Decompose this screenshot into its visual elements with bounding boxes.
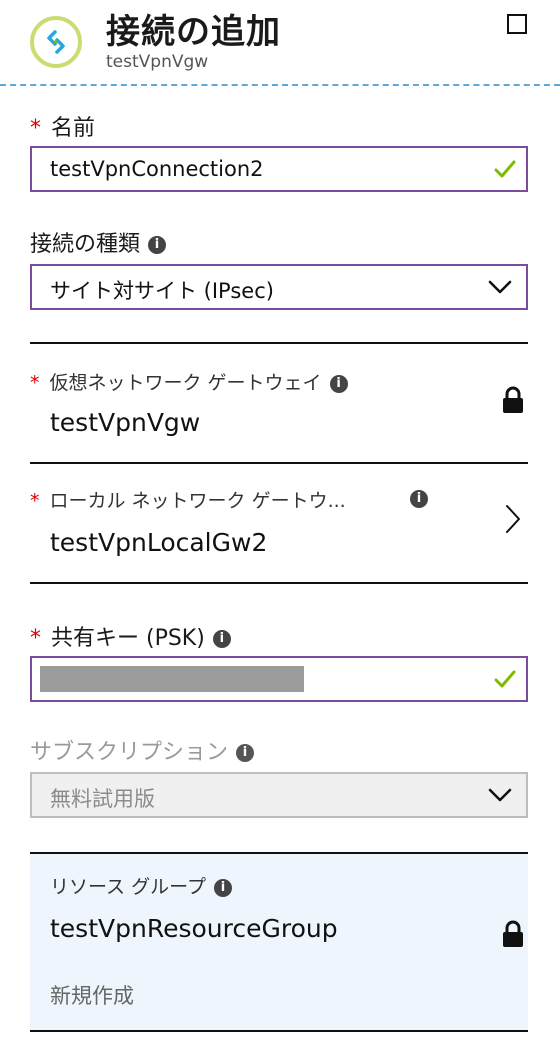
subscription-select[interactable]: 無料試用版 xyxy=(30,772,528,818)
chevron-down-icon xyxy=(488,788,512,802)
subscription-label: サブスクリプション i xyxy=(30,734,255,766)
section-divider xyxy=(30,1030,528,1032)
resource-group-panel: リソース グループ i testVpnResourceGroup 新規作成 xyxy=(30,854,528,1030)
header-divider xyxy=(0,84,560,86)
info-icon[interactable]: i xyxy=(410,490,428,508)
masked-key xyxy=(40,666,304,692)
shared-key-label: * 共有キー (PSK) i xyxy=(30,620,231,652)
virtual-network-gateway-value: testVpnVgw xyxy=(50,408,201,437)
shared-key-input[interactable] xyxy=(30,656,528,702)
required-marker: * xyxy=(30,116,41,141)
section-divider xyxy=(30,582,528,584)
page-subtitle: testVpnVgw xyxy=(106,52,209,72)
local-network-gateway-selector[interactable]: * ローカル ネットワーク ゲートウ... i testVpnLocalGw2 xyxy=(30,464,528,582)
connection-type-label: 接続の種類 i xyxy=(30,226,167,258)
lock-icon xyxy=(503,920,523,947)
maximize-button[interactable] xyxy=(507,14,527,34)
name-input[interactable]: testVpnConnection2 xyxy=(30,146,528,192)
chevron-down-icon xyxy=(488,280,512,294)
connection-type-value: サイト対サイト (IPsec) xyxy=(50,279,274,303)
section-divider xyxy=(30,342,528,344)
chevron-right-icon xyxy=(506,505,520,533)
info-icon[interactable]: i xyxy=(236,744,255,762)
info-icon[interactable]: i xyxy=(213,878,232,897)
required-marker: * xyxy=(30,490,40,512)
create-new-link[interactable]: 新規作成 xyxy=(50,980,134,1010)
connection-type-select[interactable]: サイト対サイト (IPsec) xyxy=(30,264,528,310)
vpn-connection-icon xyxy=(30,16,82,68)
info-icon[interactable]: i xyxy=(148,236,167,254)
lock-icon xyxy=(503,386,523,413)
page-title: 接続の追加 xyxy=(106,12,281,52)
required-marker: * xyxy=(30,626,41,651)
valid-check-icon xyxy=(494,670,516,688)
subscription-value: 無料試用版 xyxy=(50,787,155,811)
resource-group-label: リソース グループ i xyxy=(50,872,232,899)
info-icon[interactable]: i xyxy=(212,630,231,648)
name-label: * 名前 xyxy=(30,116,96,141)
local-network-gateway-value: testVpnLocalGw2 xyxy=(50,528,268,557)
resource-group-value: testVpnResourceGroup xyxy=(50,914,338,943)
required-marker: * xyxy=(30,372,40,394)
valid-check-icon xyxy=(494,160,516,178)
virtual-network-gateway-label: * 仮想ネットワーク ゲートウェイ i xyxy=(30,368,348,395)
info-icon[interactable]: i xyxy=(329,374,348,393)
local-network-gateway-label: * ローカル ネットワーク ゲートウ... xyxy=(30,490,346,512)
name-input-value: testVpnConnection2 xyxy=(50,157,264,181)
